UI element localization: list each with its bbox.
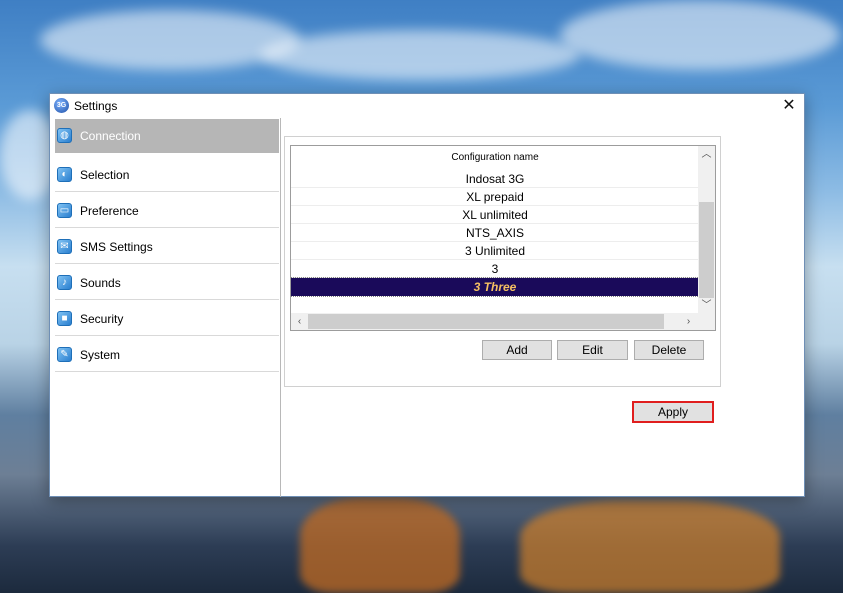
sidebar-item-label: Connection — [80, 129, 141, 143]
speaker-icon: ♪ — [57, 275, 72, 290]
scroll-right-icon[interactable]: › — [680, 313, 697, 330]
sidebar-item-preference[interactable]: ▭ Preference — [55, 194, 279, 228]
list-item[interactable]: 3 Unlimited — [291, 242, 699, 260]
sidebar-item-security[interactable]: ■ Security — [55, 302, 279, 336]
scroll-up-icon[interactable]: ︿ — [698, 146, 715, 163]
settings-sidebar: ◍ Connection ◐ Selection ▭ Preference ✉ … — [50, 118, 281, 497]
sidebar-item-label: Sounds — [80, 276, 121, 290]
delete-button[interactable]: Delete — [634, 340, 704, 360]
scroll-down-icon[interactable]: ﹀ — [698, 297, 715, 314]
monitor-icon: ▭ — [57, 203, 72, 218]
list-header-configuration-name: Configuration name — [451, 152, 539, 163]
edit-button[interactable]: Edit — [557, 340, 628, 360]
list-item[interactable]: XL unlimited — [291, 206, 699, 224]
horizontal-scroll-thumb[interactable] — [308, 314, 664, 329]
sidebar-item-label: System — [80, 348, 121, 362]
apply-button[interactable]: Apply — [632, 401, 714, 423]
vertical-scrollbar[interactable]: ︿ ﹀ — [698, 146, 715, 314]
sidebar-item-selection[interactable]: ◐ Selection — [55, 158, 279, 192]
selection-icon: ◐ — [57, 167, 72, 182]
globe-icon: ◍ — [57, 128, 72, 143]
sidebar-item-sounds[interactable]: ♪ Sounds — [55, 266, 279, 300]
sidebar-item-label: Preference — [80, 204, 139, 218]
sidebar-item-label: Security — [80, 312, 124, 326]
settings-window: 3G Settings ✕ ◍ Connection ◐ Selection ▭… — [49, 93, 805, 497]
add-button[interactable]: Add — [482, 340, 552, 360]
tools-icon: ✎ — [57, 347, 72, 362]
sidebar-item-system[interactable]: ✎ System — [55, 338, 279, 372]
app-3g-icon: 3G — [54, 98, 69, 113]
list-item[interactable]: XL prepaid — [291, 188, 699, 206]
list-item[interactable]: Indosat 3G — [291, 170, 699, 188]
scroll-left-icon[interactable]: ‹ — [291, 313, 308, 330]
sidebar-item-sms-settings[interactable]: ✉ SMS Settings — [55, 230, 279, 264]
horizontal-scrollbar[interactable]: ‹ › — [291, 313, 715, 330]
list-item[interactable]: 3 — [291, 260, 699, 278]
vertical-scroll-thumb[interactable] — [699, 202, 714, 298]
close-button[interactable]: ✕ — [774, 94, 804, 118]
window-title: Settings — [74, 99, 118, 113]
title-bar: 3G Settings ✕ — [50, 94, 804, 118]
list-item[interactable]: NTS_AXIS — [291, 224, 699, 242]
envelope-icon: ✉ — [57, 239, 72, 254]
lock-icon: ■ — [57, 311, 72, 326]
sidebar-item-label: SMS Settings — [80, 240, 153, 254]
sidebar-item-label: Selection — [80, 168, 130, 182]
sidebar-item-connection[interactable]: ◍ Connection — [55, 119, 279, 153]
configuration-list[interactable]: Configuration name Indosat 3G XL prepaid… — [290, 145, 716, 331]
list-item-selected[interactable]: 3 Three — [291, 277, 700, 297]
